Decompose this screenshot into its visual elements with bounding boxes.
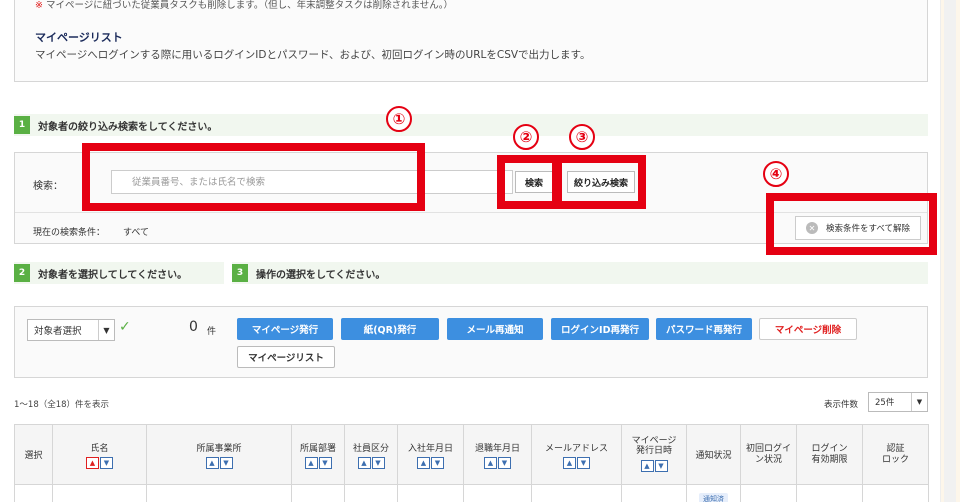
step-1-number: 1 <box>14 116 30 134</box>
condition-label: 現在の検索条件： <box>33 228 106 238</box>
sort-desc-icon[interactable]: ▼ <box>431 456 444 469</box>
reissue-login-id-button[interactable]: ログインID再発行 <box>551 318 649 340</box>
issue-mypage-button[interactable]: マイページ発行 <box>237 318 333 340</box>
resend-email-button[interactable]: メール再通知 <box>447 318 543 340</box>
col-login-expiry: ログイン 有効期限 <box>796 424 863 485</box>
table-header-row: 選択 氏名 ▲ ▼ 所属事業所 ▲ ▼ 所属部署 ▲ ▼ 社員区分 ▲ ▼ 入社年月日 ▲ ▼ 退職… <box>14 424 929 485</box>
step-3-bar: 3 操作の選択をしてください。 <box>232 262 928 284</box>
note-mark: ※ <box>35 0 43 11</box>
reissue-password-button[interactable]: パスワード再発行 <box>656 318 752 340</box>
action-panel: 対象者選択 ▼ ✓ 0 件 マイページ発行 紙(QR)発行 メール再通知 ログイン… <box>14 306 928 378</box>
sort-controls[interactable]: ▲ ▼ <box>345 456 397 469</box>
sort-desc-icon[interactable]: ▼ <box>318 456 332 469</box>
highlight-clear-button <box>766 193 937 255</box>
paper-qr-button[interactable]: 紙(QR)発行 <box>341 318 439 340</box>
per-page-select[interactable]: 25件 ▼ <box>868 392 928 412</box>
col-name[interactable]: 氏名 ▲ ▼ <box>52 424 147 485</box>
info-box: ※ マイページに紐づいた従業員タスクも削除します。（但し、年末調整タスクは削除され… <box>14 0 928 82</box>
check-icon: ✓ <box>119 319 131 335</box>
sort-controls[interactable]: ▲ ▼ <box>622 459 686 472</box>
sort-controls[interactable]: ▲ ▼ <box>292 456 344 469</box>
search-label: 検索： <box>33 181 63 192</box>
note-text: マイページに紐づいた従業員タスクも削除します。（但し、年末調整タスクは削除されま… <box>45 0 454 11</box>
selected-count-unit: 件 <box>207 327 217 337</box>
step-2-number: 2 <box>14 264 30 282</box>
sort-asc-icon[interactable]: ▲ <box>563 456 576 469</box>
scrollbar-track[interactable] <box>944 0 956 502</box>
condition-value: すべて <box>123 228 150 238</box>
sort-desc-icon[interactable]: ▼ <box>100 456 113 469</box>
per-page-value: 25件 <box>875 398 895 408</box>
sort-desc-icon[interactable]: ▼ <box>577 456 590 469</box>
right-scrollbar[interactable] <box>940 0 960 502</box>
col-first-login: 初回ログイ ン状況 <box>740 424 797 485</box>
annotation-1: ① <box>386 106 412 132</box>
col-employee-type[interactable]: 社員区分 ▲ ▼ <box>344 424 398 485</box>
step-3-label: 操作の選択をしてください。 <box>256 269 386 281</box>
annotation-2: ② <box>513 124 539 150</box>
chevron-down-icon: ▼ <box>98 320 114 340</box>
sort-controls[interactable]: ▲ ▼ <box>398 456 463 469</box>
col-notice-status: 通知状況 <box>686 424 741 485</box>
per-page-label: 表示件数 <box>824 400 859 410</box>
step-2-bar: 2 対象者を選択してしてください。 <box>14 262 224 284</box>
col-department[interactable]: 所属部署 ▲ ▼ <box>291 424 345 485</box>
col-issued-at[interactable]: マイページ 発行日時 ▲ ▼ <box>621 424 687 485</box>
highlight-filter-button <box>552 155 646 209</box>
selected-count: 0 <box>189 319 198 335</box>
sort-asc-icon[interactable]: ▲ <box>357 456 371 469</box>
step-1-bar: 1 対象者の絞り込み検索をしてください。 <box>14 114 928 136</box>
sort-asc-icon[interactable]: ▲ <box>205 456 219 469</box>
employee-table: 選択 氏名 ▲ ▼ 所属事業所 ▲ ▼ 所属部署 ▲ ▼ 社員区分 ▲ ▼ 入社年月日 ▲ ▼ 退職… <box>14 424 929 502</box>
mypage-list-button[interactable]: マイページリスト <box>237 346 335 368</box>
target-select[interactable]: 対象者選択 ▼ <box>27 319 115 341</box>
sort-controls[interactable]: ▲ ▼ <box>532 456 621 469</box>
sort-controls[interactable]: ▲ ▼ <box>147 456 291 469</box>
col-auth-lock: 認証 ロック <box>862 424 929 485</box>
sort-asc-icon[interactable]: ▲ <box>417 456 430 469</box>
notice-badge: 通知済 <box>699 493 728 502</box>
step-3-number: 3 <box>232 264 248 282</box>
col-retire-date[interactable]: 退職年月日 ▲ ▼ <box>463 424 532 485</box>
annotation-3: ③ <box>569 124 595 150</box>
annotation-4: ④ <box>763 161 789 187</box>
range-text: 1〜18（全18）件を表示 <box>14 400 110 410</box>
sort-asc-icon[interactable]: ▲ <box>86 456 99 469</box>
info-desc: マイページへログインする際に用いるログインIDとパスワード、および、初回ログイン… <box>35 49 591 61</box>
col-office[interactable]: 所属事業所 ▲ ▼ <box>146 424 292 485</box>
step-2-label: 対象者を選択してしてください。 <box>38 269 188 281</box>
sort-desc-icon[interactable]: ▼ <box>654 459 668 472</box>
highlight-search-input <box>82 143 425 211</box>
delete-mypage-button[interactable]: マイページ削除 <box>759 318 857 340</box>
sort-asc-icon[interactable]: ▲ <box>304 456 318 469</box>
step-1-label: 対象者の絞り込み検索をしてください。 <box>38 121 218 133</box>
table-row[interactable]: 通知済 <box>14 484 929 502</box>
sort-controls[interactable]: ▲ ▼ <box>53 456 146 469</box>
col-email[interactable]: メールアドレス ▲ ▼ <box>531 424 622 485</box>
sort-desc-icon[interactable]: ▼ <box>371 456 385 469</box>
col-select: 選択 <box>14 424 53 485</box>
sort-desc-icon[interactable]: ▼ <box>219 456 233 469</box>
info-note: ※ マイページに紐づいた従業員タスクも削除します。（但し、年末調整タスクは削除され… <box>35 0 453 11</box>
info-title: マイページリスト <box>35 31 123 44</box>
sort-asc-icon[interactable]: ▲ <box>484 456 497 469</box>
sort-controls[interactable]: ▲ ▼ <box>464 456 531 469</box>
chevron-down-icon: ▼ <box>911 393 927 411</box>
sort-desc-icon[interactable]: ▼ <box>498 456 511 469</box>
col-hire-date[interactable]: 入社年月日 ▲ ▼ <box>397 424 464 485</box>
sort-asc-icon[interactable]: ▲ <box>640 459 654 472</box>
target-select-value: 対象者選択 <box>34 326 82 337</box>
